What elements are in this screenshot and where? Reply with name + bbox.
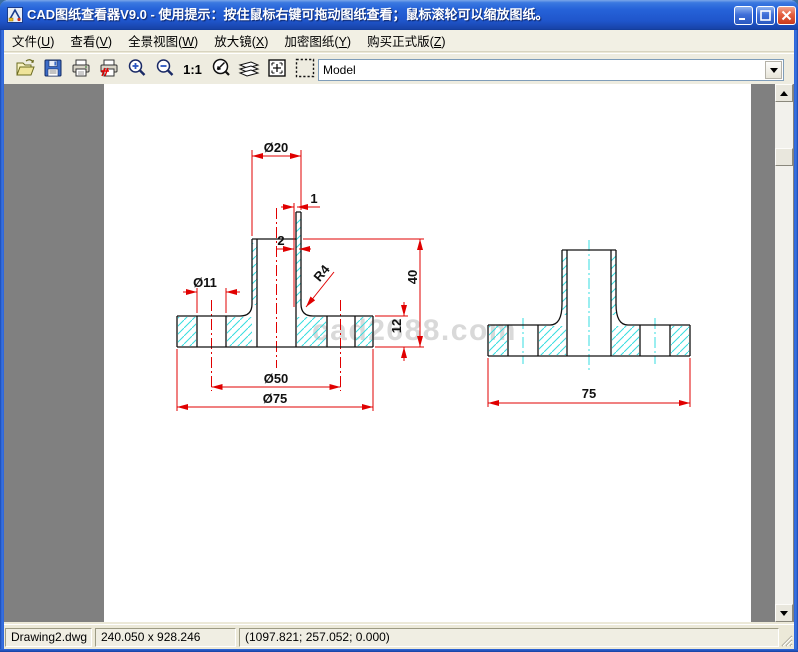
zoom-in-button[interactable] [123, 56, 150, 83]
menu-bar: 文件(U) 查看(V) 全景视图(W) 放大镜(X) 加密图纸(Y) 购买正式版… [4, 30, 794, 52]
toolbar: 1:1 Model [4, 53, 794, 84]
printer-restricted-icon [97, 56, 121, 83]
layers-button[interactable] [235, 56, 262, 83]
dim-label-top-diameter: Ø20 [264, 140, 289, 155]
dim-label-lip: 1 [310, 191, 317, 206]
drawing-paper[interactable]: cad2688.com Ø20 1 2 Ø11 R4 40 12 Ø50 Ø75… [104, 84, 751, 622]
zoom-in-icon [125, 56, 149, 83]
magnifier-arrow-icon [209, 56, 233, 83]
zoom-actual-size-button[interactable]: 1:1 [179, 56, 206, 83]
save-floppy-icon [41, 56, 65, 83]
vertical-scrollbar[interactable] [775, 84, 793, 622]
dim-label-fillet-radius: R4 [310, 261, 333, 284]
scrollbar-thumb[interactable] [775, 148, 793, 166]
red-centerlines [211, 208, 341, 391]
menu-panorama[interactable]: 全景视图(W) [120, 29, 206, 52]
close-button[interactable] [777, 6, 796, 25]
open-file-button[interactable] [11, 56, 38, 83]
print-button[interactable] [67, 56, 94, 83]
title-bar[interactable]: CAD图纸查看器V9.0 - 使用提示：按住鼠标右键可拖动图纸查看；鼠标滚轮可以… [0, 0, 798, 30]
save-button[interactable] [39, 56, 66, 83]
dim-label-side-width: 75 [582, 386, 596, 401]
status-extents: 240.050 x 928.246 [95, 628, 236, 647]
zoom-out-icon [153, 56, 177, 83]
dim-label-height: 40 [405, 270, 420, 284]
dim-label-wall: 2 [277, 233, 284, 248]
open-folder-icon [13, 56, 37, 83]
app-window: CAD图纸查看器V9.0 - 使用提示：按住鼠标右键可拖动图纸查看；鼠标滚轮可以… [0, 0, 798, 652]
maximize-button[interactable] [756, 6, 775, 25]
one-to-one-label: 1:1 [183, 61, 202, 77]
menu-magnifier[interactable]: 放大镜(X) [206, 29, 276, 52]
layout-combobox-value: Model [323, 63, 356, 77]
window-title: CAD图纸查看器V9.0 - 使用提示：按住鼠标右键可拖动图纸查看；鼠标滚轮可以… [27, 7, 549, 22]
menu-encrypt[interactable]: 加密图纸(Y) [276, 29, 359, 52]
pan-zoom-button[interactable] [207, 56, 234, 83]
dim-label-bolt-circle: Ø50 [264, 371, 289, 386]
layout-combobox[interactable]: Model [318, 59, 784, 81]
cad-drawing: cad2688.com Ø20 1 2 Ø11 R4 40 12 Ø50 Ø75… [176, 140, 691, 411]
fit-to-window-button[interactable] [263, 56, 290, 83]
app-icon [7, 7, 23, 23]
selection-rectangle-icon [293, 56, 317, 83]
fit-extents-icon [265, 56, 289, 83]
drawing-canvas[interactable]: cad2688.com Ø20 1 2 Ø11 R4 40 12 Ø50 Ø75… [4, 84, 794, 622]
dim-label-flange-thickness: 12 [389, 319, 404, 333]
watermark-text: cad2688.com [312, 314, 517, 347]
scroll-up-arrow-icon [780, 90, 788, 96]
printer-icon [69, 56, 93, 83]
dim-label-outer-diameter: Ø75 [263, 391, 288, 406]
layers-icon [237, 56, 261, 83]
minimize-button[interactable] [734, 6, 753, 25]
print-setup-button[interactable] [95, 56, 122, 83]
window-border-left [0, 0, 4, 652]
scroll-up-button[interactable] [775, 84, 793, 102]
menu-file[interactable]: 文件(U) [4, 29, 62, 52]
status-filename: Drawing2.dwg [5, 628, 92, 647]
zoom-out-button[interactable] [151, 56, 178, 83]
menu-view[interactable]: 查看(V) [62, 29, 120, 52]
resize-grip[interactable] [779, 633, 793, 647]
scroll-down-button[interactable] [775, 604, 793, 622]
chevron-down-icon [769, 67, 778, 73]
menu-buy-full-version[interactable]: 购买正式版(Z) [359, 29, 453, 52]
status-coordinates: (1097.821; 257.052; 0.000) [239, 628, 779, 647]
zoom-window-button[interactable] [291, 56, 318, 83]
dim-label-hole-diameter: Ø11 [193, 275, 217, 290]
window-border-right [794, 0, 798, 652]
status-bar: Drawing2.dwg 240.050 x 928.246 (1097.821… [4, 624, 794, 649]
scroll-down-arrow-icon [780, 610, 788, 616]
combobox-dropdown-button[interactable] [765, 61, 782, 79]
